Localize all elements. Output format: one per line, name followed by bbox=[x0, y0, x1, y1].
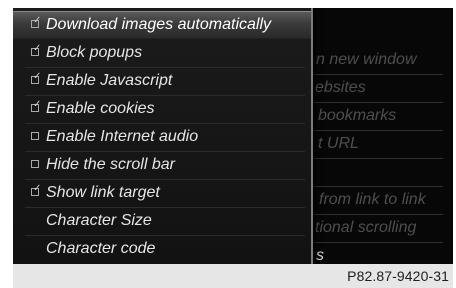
checkbox-checked-icon: ✓ bbox=[31, 183, 42, 196]
bg-divider bbox=[313, 214, 443, 215]
menu-item-block-popups[interactable]: ✓ Block popups bbox=[13, 39, 311, 67]
menu-item-label: Show link target bbox=[46, 184, 160, 201]
menu-item-show-link-target[interactable]: ✓ Show link target bbox=[13, 179, 311, 207]
settings-popup-menu: ✓ Download images automatically ✓ Block … bbox=[13, 8, 313, 264]
checkbox-checked-icon: ✓ bbox=[31, 15, 42, 28]
bg-divider bbox=[313, 130, 443, 131]
checkbox-checked-icon: ✓ bbox=[31, 43, 42, 56]
menu-item-label: Hide the scroll bar bbox=[46, 156, 175, 173]
bg-menu-label: t URL bbox=[318, 135, 359, 152]
menu-item-label: Download images automatically bbox=[46, 16, 271, 33]
menu-item-character-size[interactable]: Character Size bbox=[13, 207, 311, 235]
bg-menu-label: n new window bbox=[316, 51, 417, 68]
bg-menu-label: ebsites bbox=[315, 79, 366, 96]
menu-item-label: Block popups bbox=[46, 44, 143, 61]
bg-divider bbox=[313, 186, 443, 187]
menu-item-hide-scroll-bar[interactable]: Hide the scroll bar bbox=[13, 151, 311, 179]
menu-item-character-code[interactable]: Character code bbox=[13, 235, 311, 263]
menu-item-label: Character Size bbox=[46, 212, 152, 229]
menu-item-download-images[interactable]: ✓ Download images automatically bbox=[13, 11, 311, 39]
bg-menu-label: from link to link bbox=[319, 191, 426, 208]
figure-footer: P82.87-9420-31 bbox=[13, 264, 453, 288]
menu-item-label: Enable Javascript bbox=[46, 72, 173, 89]
menu-item-enable-cookies[interactable]: ✓ Enable cookies bbox=[13, 95, 311, 123]
menu-item-label: Enable Internet audio bbox=[46, 128, 199, 145]
bg-divider bbox=[313, 74, 443, 75]
figure-code: P82.87-9420-31 bbox=[347, 268, 449, 284]
bg-divider bbox=[313, 102, 443, 103]
checkbox-checked-icon: ✓ bbox=[31, 99, 42, 112]
checkbox-unchecked-icon bbox=[31, 132, 39, 140]
checkbox-checked-icon: ✓ bbox=[31, 71, 42, 84]
bg-menu-label: s bbox=[316, 247, 324, 264]
browser-settings-screen: n new window ebsites bookmarks t URL fro… bbox=[13, 8, 453, 264]
bg-menu-label: tional scrolling bbox=[315, 219, 417, 236]
bg-divider bbox=[313, 242, 443, 243]
checkbox-unchecked-icon bbox=[31, 160, 39, 168]
menu-item-enable-internet-audio[interactable]: Enable Internet audio bbox=[13, 123, 311, 151]
menu-item-enable-javascript[interactable]: ✓ Enable Javascript bbox=[13, 67, 311, 95]
bg-divider bbox=[313, 158, 443, 159]
menu-item-label: Character code bbox=[46, 240, 156, 257]
bg-menu-label: bookmarks bbox=[318, 107, 397, 124]
menu-item-label: Enable cookies bbox=[46, 100, 155, 117]
